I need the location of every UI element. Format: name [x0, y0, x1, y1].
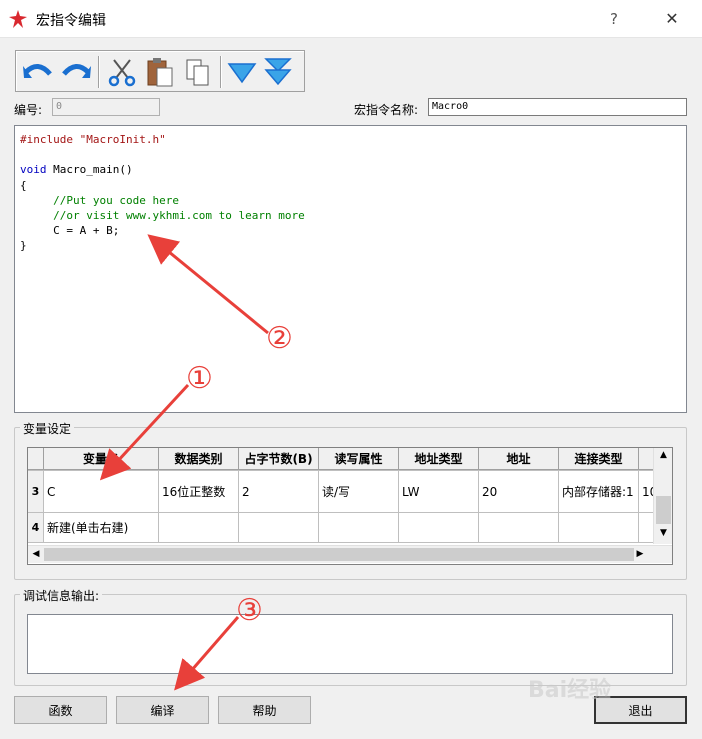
table-cell[interactable] [319, 513, 399, 543]
table-cell[interactable]: 新建(单击右建) [44, 513, 159, 543]
table-cell[interactable]: 读/写 [319, 471, 399, 513]
code-line: //Put you code here [20, 193, 681, 208]
scroll-thumb[interactable] [656, 496, 671, 524]
row-number: 4 [28, 513, 44, 543]
table-header-row: 变量名 数据类别 占字节数(B) 读写属性 地址类型 地址 连接类型 [28, 448, 659, 470]
expand-all-icon[interactable] [262, 56, 294, 88]
close-icon[interactable]: ✕ [652, 4, 692, 34]
compile-button[interactable]: 编译 [116, 696, 209, 724]
help-icon[interactable]: ? [596, 4, 632, 34]
id-field: 0 [52, 98, 160, 116]
code-line: //or visit www.ykhmi.com to learn more [20, 208, 681, 223]
code-line: C = A + B; [20, 223, 681, 238]
window-title: 宏指令编辑 [36, 13, 106, 29]
scroll-right-icon[interactable]: ▶ [634, 549, 646, 559]
row-number [28, 448, 44, 470]
column-header[interactable]: 数据类别 [159, 448, 239, 470]
table-vertical-scrollbar[interactable]: ▲ ▼ [653, 448, 672, 544]
code-line: void Macro_main() [20, 162, 681, 177]
table-cell[interactable] [399, 513, 479, 543]
functions-button[interactable]: 函数 [14, 696, 107, 724]
code-line: } [20, 238, 681, 253]
table-cell[interactable]: 内部存储器:1 [559, 471, 639, 513]
scroll-down-icon[interactable]: ▼ [654, 528, 673, 538]
scroll-up-icon[interactable]: ▲ [654, 450, 673, 460]
code-line: #include "MacroInit.h" [20, 132, 681, 147]
help-button[interactable]: 帮助 [218, 696, 311, 724]
code-token: void [20, 163, 47, 177]
cut-icon[interactable] [106, 56, 138, 88]
code-token: C = A + B; [20, 224, 120, 238]
table-cell[interactable]: 16位正整数 [159, 471, 239, 513]
table-cell[interactable] [479, 513, 559, 543]
undo-icon[interactable] [22, 56, 54, 88]
column-header[interactable]: 连接类型 [559, 448, 639, 470]
title-bar: 宏指令编辑 ? ✕ [0, 0, 702, 38]
column-header[interactable]: 占字节数(B) [239, 448, 319, 470]
column-header[interactable]: 地址类型 [399, 448, 479, 470]
column-header[interactable]: 读写属性 [319, 448, 399, 470]
table-cell[interactable] [159, 513, 239, 543]
id-label: 编号: [14, 103, 43, 117]
redo-icon[interactable] [60, 56, 92, 88]
code-token: } [20, 239, 27, 253]
table-cell[interactable] [559, 513, 639, 543]
code-token: #include [20, 133, 80, 146]
table-cell[interactable] [239, 513, 319, 543]
macro-name-label: 宏指令名称: [354, 103, 419, 117]
table-cell[interactable]: 20 [479, 471, 559, 513]
code-token: Macro_main() [46, 163, 133, 177]
expand-icon[interactable] [226, 56, 258, 88]
code-token: "MacroInit.h" [79, 133, 166, 146]
toolbar-separator [98, 56, 100, 88]
debug-output-label: 调试信息输出: [20, 587, 103, 604]
scroll-left-icon[interactable]: ◀ [30, 549, 42, 559]
toolbar [15, 50, 305, 92]
row-number: 3 [28, 471, 44, 513]
app-logo-icon [9, 10, 27, 28]
column-header[interactable]: 地址 [479, 448, 559, 470]
macro-name-input[interactable]: Macro0 [428, 98, 687, 116]
code-token: { [20, 178, 27, 192]
table-cell[interactable]: LW [399, 471, 479, 513]
debug-output-box[interactable] [27, 614, 673, 674]
table-cell[interactable]: 2 [239, 471, 319, 513]
table-cell[interactable]: C [44, 471, 159, 513]
paste-icon[interactable] [144, 56, 176, 88]
toolbar-separator [220, 56, 222, 88]
copy-icon[interactable] [182, 56, 214, 88]
column-header[interactable]: 变量名 [44, 448, 159, 470]
table-horizontal-scrollbar[interactable]: ◀ ▶ [28, 545, 672, 563]
code-token: //Put you code here [20, 193, 179, 207]
table-row[interactable]: 3C16位正整数2读/写LW20内部存储器:110( [28, 471, 659, 513]
code-token: //or visit www.ykhmi.com to learn more [20, 208, 305, 222]
code-editor[interactable]: #include "MacroInit.h" void Macro_main(){… [14, 125, 687, 413]
scroll-thumb[interactable] [44, 548, 634, 561]
variables-group-label: 变量设定 [20, 420, 75, 437]
code-line: { [20, 178, 681, 193]
watermark: Bai经验 [528, 678, 612, 703]
table-row[interactable]: 4 新建(单击右建) [28, 513, 659, 543]
